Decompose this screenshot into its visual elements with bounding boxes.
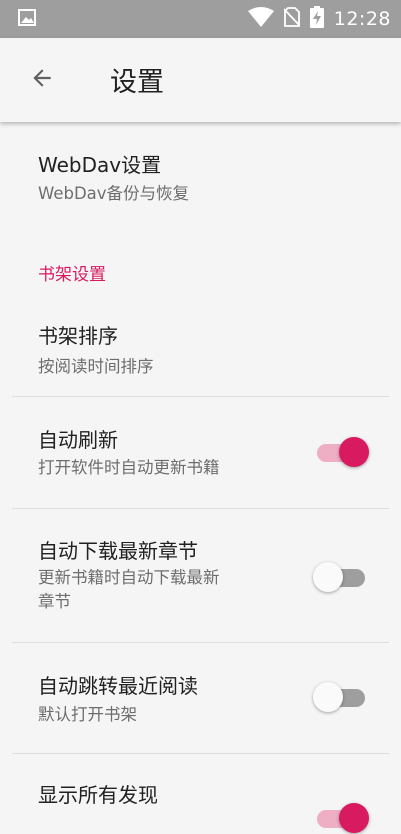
auto-refresh-toggle[interactable]	[313, 436, 369, 468]
setting-subtitle: 打开软件时自动更新书籍	[38, 458, 220, 477]
no-sim-icon	[283, 7, 301, 31]
setting-subtitle-line1: 更新书籍时自动下载最新	[38, 568, 220, 587]
image-icon	[18, 9, 36, 26]
arrow-left-icon	[29, 65, 55, 95]
setting-subtitle: 默认打开书架	[38, 705, 137, 724]
setting-show-all-discover[interactable]: 显示所有发现	[0, 754, 401, 833]
toggle-thumb	[339, 437, 369, 467]
auto-jump-toggle[interactable]	[313, 681, 369, 713]
setting-auto-download[interactable]: 自动下载最新章节 更新书籍时自动下载最新 章节	[0, 509, 401, 642]
toggle-thumb	[313, 682, 343, 712]
page-title: 设置	[110, 67, 164, 98]
toolbar: 设置	[0, 38, 401, 122]
back-button[interactable]	[24, 62, 60, 98]
setting-shelf-sort[interactable]: 书架排序 按阅读时间排序	[0, 262, 401, 396]
setting-auto-refresh[interactable]: 自动刷新 打开软件时自动更新书籍	[0, 397, 401, 508]
battery-charging-icon	[309, 6, 324, 32]
setting-title: 自动下载最新章节	[38, 539, 198, 563]
toggle-thumb	[313, 562, 343, 592]
setting-title: 显示所有发现	[38, 783, 158, 807]
status-time: 12:28	[333, 8, 391, 30]
setting-title: 自动跳转最近阅读	[38, 674, 198, 698]
toggle-thumb	[339, 803, 369, 833]
show-all-discover-toggle[interactable]	[313, 802, 369, 834]
setting-webdav[interactable]: WebDav设置 WebDav备份与恢复	[0, 122, 401, 218]
auto-download-toggle[interactable]	[313, 561, 369, 593]
setting-subtitle: 按阅读时间排序	[38, 357, 154, 376]
setting-title: 自动刷新	[38, 428, 118, 452]
setting-subtitle: WebDav备份与恢复	[38, 184, 190, 203]
setting-subtitle-line2: 章节	[38, 592, 71, 611]
setting-auto-jump[interactable]: 自动跳转最近阅读 默认打开书架	[0, 643, 401, 753]
status-bar: 12:28	[0, 0, 401, 38]
settings-list: WebDav设置 WebDav备份与恢复 书架设置 书架排序 按阅读时间排序 自…	[0, 122, 401, 833]
setting-title: WebDav设置	[38, 153, 162, 177]
section-header-bookshelf: 书架设置	[0, 218, 401, 285]
setting-title: 书架排序	[38, 324, 118, 348]
wifi-icon	[247, 7, 274, 31]
